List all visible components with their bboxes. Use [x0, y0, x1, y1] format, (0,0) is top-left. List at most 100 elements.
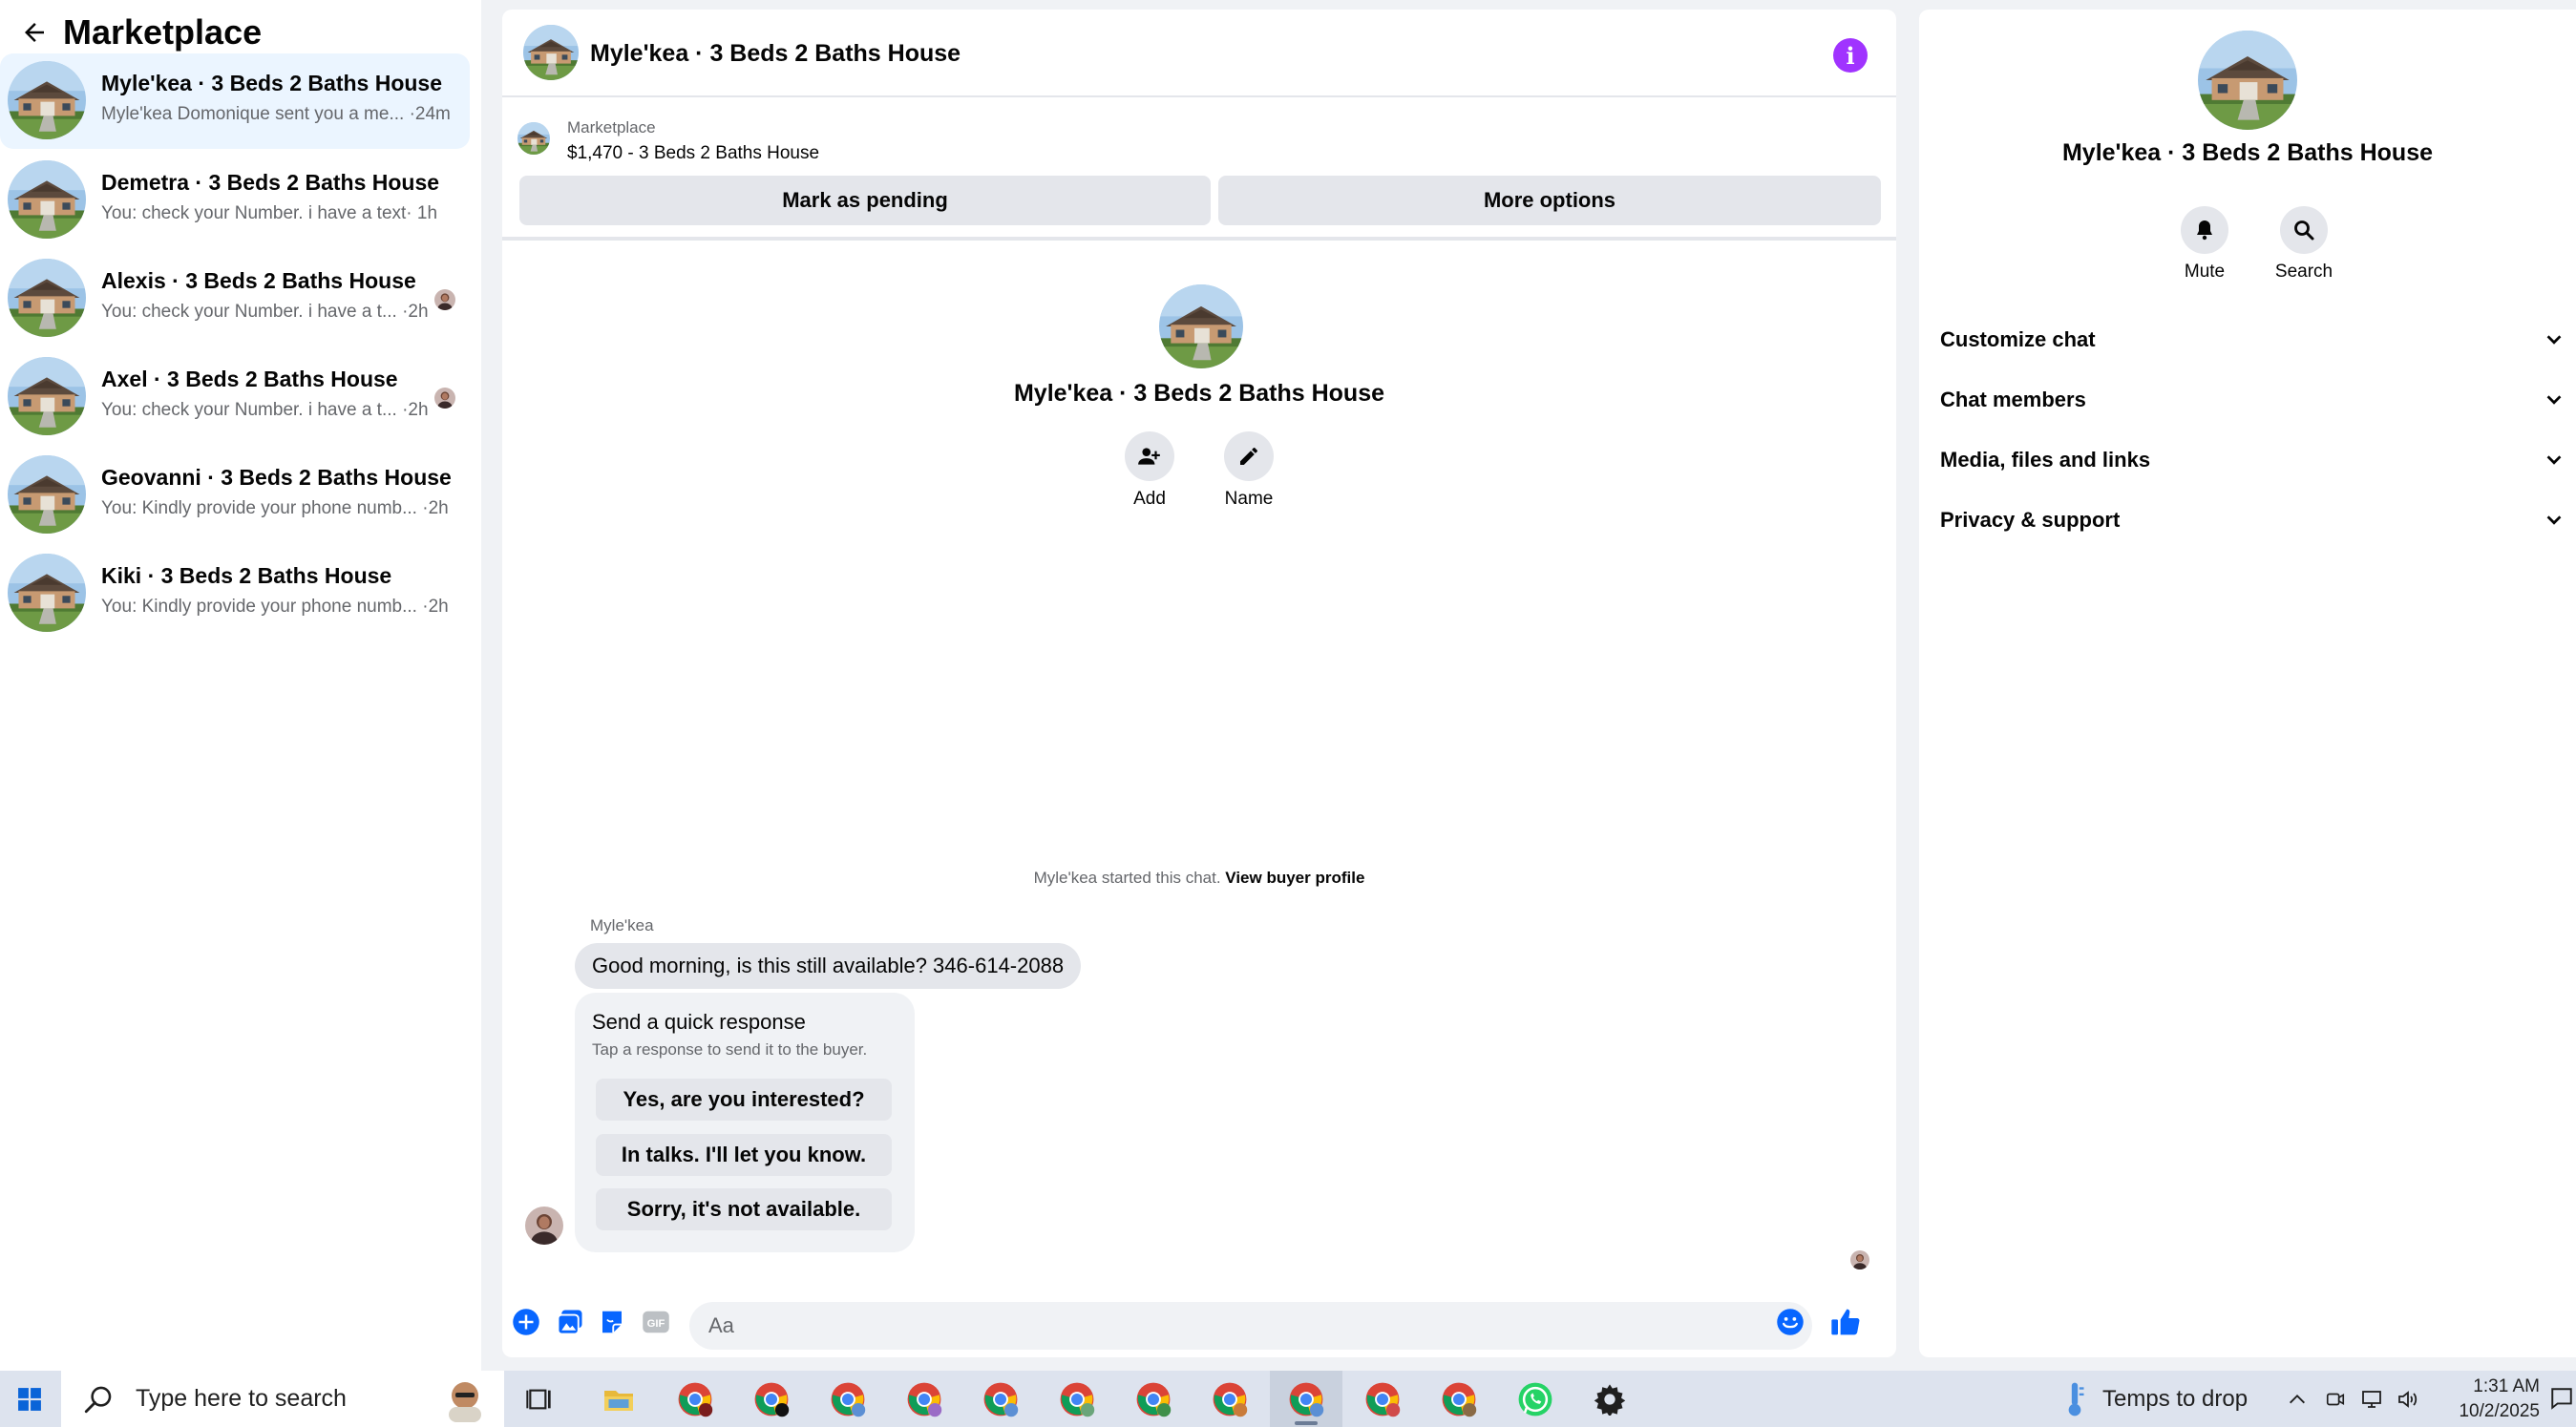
conversation-item[interactable]: Kiki · 3 Beds 2 Baths House You: Kindly … [0, 546, 470, 641]
chrome-icon[interactable] [888, 1371, 961, 1427]
chrome-icon[interactable] [1193, 1371, 1266, 1427]
chat-started-text: Myle'kea started this chat. [1033, 869, 1221, 887]
quick-response-title: Send a quick response [592, 1010, 806, 1034]
chat-header: Myle'kea · 3 Beds 2 Baths House i [502, 10, 1896, 97]
customize-chat-section[interactable]: Customize chat [1940, 313, 2565, 367]
listing-title[interactable]: $1,470 - 3 Beds 2 Baths House [567, 143, 819, 164]
conversation-snippet: You: Kindly provide your phone numb... ·… [101, 597, 449, 617]
conversation-snippet: You: Kindly provide your phone numb... ·… [101, 498, 449, 518]
privacy-support-section[interactable]: Privacy & support [1940, 493, 2565, 547]
add-people-action[interactable]: Add [1111, 431, 1188, 510]
chrome-icon[interactable] [1117, 1371, 1190, 1427]
chrome-icon[interactable] [659, 1371, 731, 1427]
chrome-icon[interactable] [964, 1371, 1037, 1427]
conversation-item[interactable]: Alexis · 3 Beds 2 Baths House You: check… [0, 251, 470, 346]
chat-avatar[interactable] [523, 25, 579, 80]
quick-response-option[interactable]: Sorry, it's not available. [596, 1188, 892, 1230]
conversation-avatar [8, 61, 86, 139]
quick-response-option[interactable]: Yes, are you interested? [596, 1079, 892, 1121]
section-label: Chat members [1940, 388, 2086, 411]
sticker-icon[interactable] [596, 1306, 628, 1338]
section-label: Media, files and links [1940, 448, 2151, 472]
conversation-item[interactable]: Geovanni · 3 Beds 2 Baths House You: Kin… [0, 448, 470, 543]
conversation-snippet: Myle'kea Domonique sent you a me... ·24m [101, 104, 451, 124]
chevron-down-icon [2546, 335, 2562, 345]
task-view-icon[interactable] [504, 1371, 577, 1427]
arrow-left-icon[interactable] [13, 11, 55, 53]
emoji-icon[interactable] [1774, 1306, 1806, 1338]
thermometer-icon [2068, 1382, 2084, 1416]
meet-now-icon[interactable] [2322, 1386, 2349, 1413]
intro-title: Myle'kea · 3 Beds 2 Baths House [1013, 380, 1385, 407]
sidebar-header: Marketplace [13, 6, 262, 59]
gif-icon[interactable]: GIF [640, 1306, 672, 1338]
sender-avatar[interactable] [525, 1207, 563, 1245]
chat-panel: Myle'kea · 3 Beds 2 Baths House i Market… [502, 10, 1896, 1357]
info-title: Myle'kea · 3 Beds 2 Baths House [2061, 139, 2434, 166]
whatsapp-icon[interactable] [1499, 1371, 1572, 1427]
file-explorer-icon[interactable] [582, 1371, 655, 1427]
photo-icon[interactable] [554, 1306, 586, 1338]
quick-response-subtitle: Tap a response to send it to the buyer. [592, 1040, 868, 1059]
conversation-item[interactable]: Myle'kea · 3 Beds 2 Baths House Myle'kea… [0, 53, 470, 149]
network-icon[interactable] [2358, 1386, 2385, 1413]
conversation-name: Myle'kea · 3 Beds 2 Baths House [101, 71, 442, 95]
conversation-item[interactable]: Axel · 3 Beds 2 Baths House You: check y… [0, 349, 470, 445]
seen-avatar [434, 289, 455, 310]
taskbar-search-placeholder: Type here to search [136, 1385, 347, 1412]
pencil-icon[interactable] [1224, 431, 1274, 481]
chat-title[interactable]: Myle'kea · 3 Beds 2 Baths House [590, 40, 961, 68]
chrome-icon[interactable] [735, 1371, 808, 1427]
info-icon[interactable]: i [1833, 38, 1868, 73]
chrome-icon[interactable] [812, 1371, 884, 1427]
search-icon[interactable] [2280, 206, 2328, 254]
listing-thumbnail [517, 122, 550, 155]
settings-gear-icon[interactable] [1573, 1371, 1646, 1427]
message-input[interactable] [689, 1302, 1812, 1350]
search-action[interactable]: Search [2261, 206, 2347, 283]
volume-icon[interactable] [2395, 1386, 2421, 1413]
mute-action[interactable]: Mute [2162, 206, 2248, 283]
chat-members-section[interactable]: Chat members [1940, 373, 2565, 427]
chevron-down-icon [2546, 395, 2562, 405]
windows-taskbar: Type here to search Temps to drop 1:31 A… [0, 1371, 2576, 1427]
conversation-avatar [8, 554, 86, 632]
thumbs-up-icon[interactable] [1829, 1306, 1862, 1338]
notification-icon[interactable] [2549, 1386, 2576, 1413]
clock-time: 1:31 AM [2473, 1376, 2540, 1396]
chrome-icon[interactable] [1270, 1371, 1342, 1427]
chevron-up-icon[interactable] [2284, 1386, 2311, 1413]
plus-circle-icon[interactable] [510, 1306, 542, 1338]
weather-widget[interactable]: Temps to drop [2060, 1371, 2248, 1427]
taskbar-search-box[interactable]: Type here to search [61, 1371, 504, 1427]
weather-text: Temps to drop [2102, 1385, 2249, 1412]
rename-action[interactable]: Name [1211, 431, 1287, 510]
more-options-button[interactable]: More options [1218, 176, 1881, 225]
sender-name: Myle'kea [590, 916, 654, 934]
listing-strip: Marketplace $1,470 - 3 Beds 2 Baths Hous… [502, 99, 1896, 241]
bell-icon[interactable] [2181, 206, 2228, 254]
section-label: Privacy & support [1940, 508, 2121, 532]
windows-start-icon[interactable] [0, 1371, 59, 1427]
view-buyer-profile-link[interactable]: View buyer profile [1225, 869, 1364, 887]
conversation-avatar [8, 357, 86, 435]
add-person-icon[interactable] [1125, 431, 1174, 481]
chrome-icon[interactable] [1041, 1371, 1113, 1427]
chrome-icon[interactable] [1346, 1371, 1419, 1427]
search-highlight-icon [449, 1382, 481, 1422]
quick-response-option[interactable]: In talks. I'll let you know. [596, 1134, 892, 1176]
chrome-icon[interactable] [1423, 1371, 1495, 1427]
section-label: Customize chat [1940, 327, 2096, 351]
read-receipt-avatar [1850, 1250, 1869, 1270]
taskbar-clock[interactable]: 1:31 AM 10/2/2025 [2429, 1375, 2540, 1424]
mute-label: Mute [2184, 262, 2226, 282]
conversation-name: Axel · 3 Beds 2 Baths House [101, 367, 398, 391]
mark-as-pending-button[interactable]: Mark as pending [519, 176, 1211, 225]
incoming-message[interactable]: Good morning, is this still available? 3… [575, 943, 1082, 989]
conversation-item[interactable]: Demetra · 3 Beds 2 Baths House You: chec… [0, 153, 470, 248]
sidebar-title: Marketplace [63, 12, 263, 52]
seen-avatar [434, 388, 455, 409]
conversation-name: Geovanni · 3 Beds 2 Baths House [101, 465, 452, 490]
conversation-snippet: You: check your Number. i have a text· 1… [101, 203, 438, 223]
media-files-links-section[interactable]: Media, files and links [1940, 433, 2565, 487]
